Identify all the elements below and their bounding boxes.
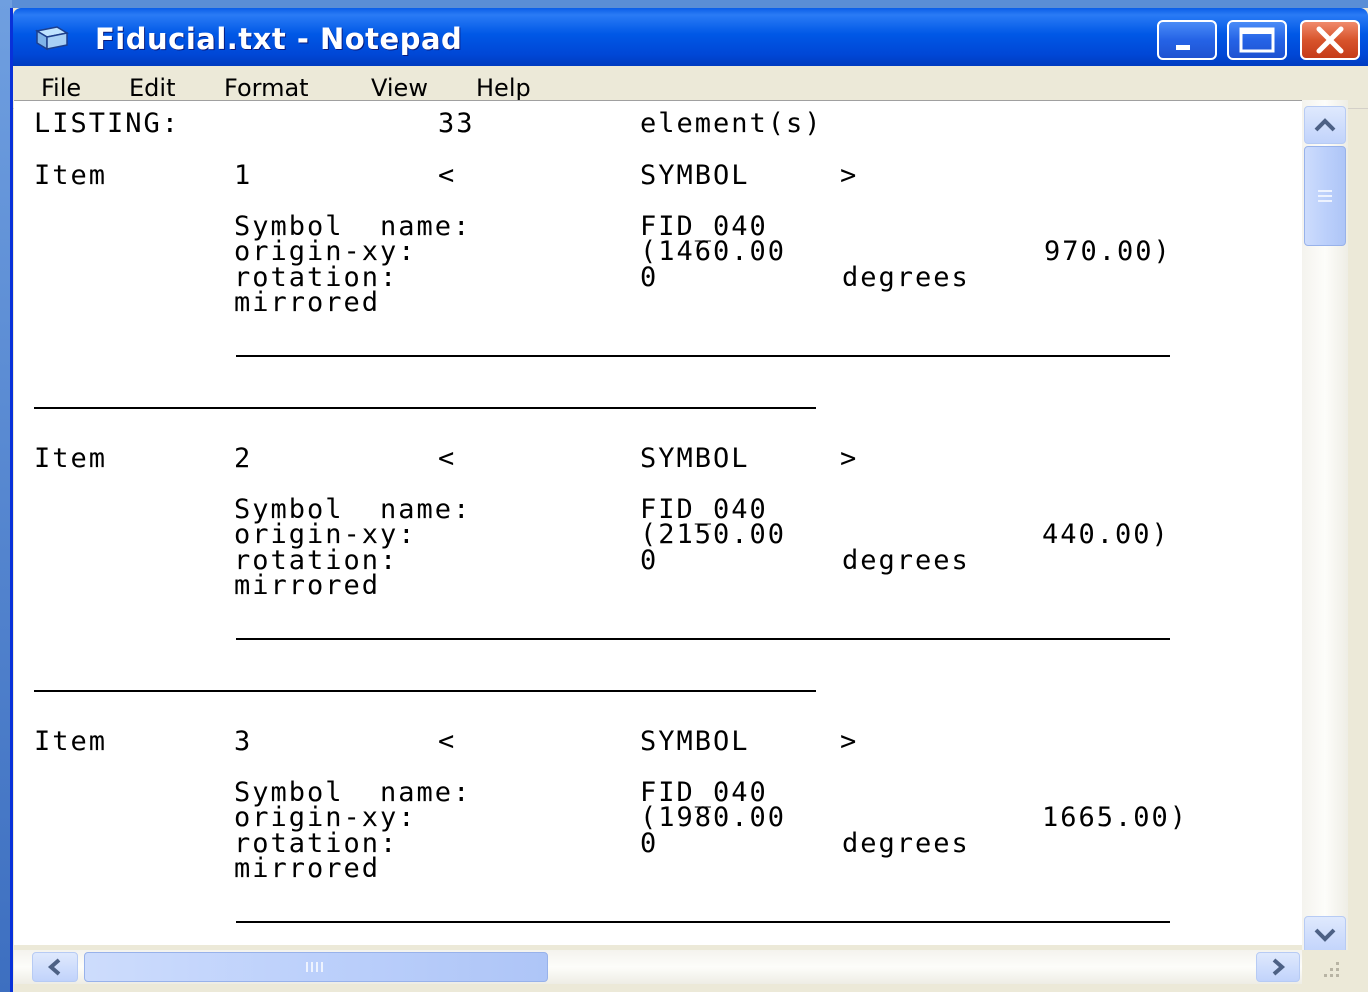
item-label: Item (34, 160, 108, 191)
origin-x-value: (2150.00 (640, 519, 787, 550)
item-bracket-close: > (840, 160, 859, 191)
grip-lines-icon (306, 962, 323, 972)
chevron-right-icon (1272, 958, 1286, 976)
rotation-value: 0 (640, 545, 659, 576)
resize-grip[interactable] (1302, 950, 1348, 984)
rotation-unit: degrees (842, 545, 970, 576)
listing-unit: element(s) (640, 108, 823, 139)
mirrored-label: mirrored (234, 287, 381, 318)
chevron-left-icon (47, 958, 61, 976)
item-number: 3 (234, 726, 253, 757)
rotation-unit: degrees (842, 828, 970, 859)
notepad-icon (35, 26, 69, 51)
scroll-right-button[interactable] (1256, 952, 1300, 982)
origin-y-value: 970.00) (1044, 236, 1172, 267)
separator-line (236, 921, 1170, 923)
origin-y-value: 440.00) (1042, 519, 1170, 550)
vertical-scroll-thumb[interactable] (1304, 146, 1346, 246)
grip-lines-icon (1318, 190, 1332, 202)
text-area[interactable]: LISTING: 33 element(s) Item 1 < SYMBOL >… (14, 100, 1302, 945)
rotation-unit: degrees (842, 262, 970, 293)
vertical-scrollbar[interactable] (1302, 100, 1348, 954)
item-bracket-open: < (438, 160, 457, 191)
maximize-icon (1239, 27, 1275, 53)
separator-line (34, 690, 816, 692)
menu-format[interactable]: Format (224, 74, 309, 102)
rotation-value: 0 (640, 262, 659, 293)
item-bracket-open: < (438, 443, 457, 474)
horizontal-scroll-thumb[interactable] (84, 952, 548, 982)
item-number: 1 (234, 160, 253, 191)
title-bar[interactable]: Fiducial.txt - Notepad (13, 8, 1368, 66)
listing-count: 33 (438, 108, 475, 139)
rotation-value: 0 (640, 828, 659, 859)
minimize-button[interactable] (1157, 20, 1217, 60)
chevron-up-icon (1314, 118, 1336, 132)
scroll-down-button[interactable] (1304, 916, 1346, 954)
close-button[interactable] (1300, 20, 1360, 60)
chevron-down-icon (1314, 928, 1336, 942)
item-bracket-close: > (840, 726, 859, 757)
maximize-button[interactable] (1227, 20, 1287, 60)
origin-y-value: 1665.00) (1042, 802, 1189, 833)
item-bracket-open: < (438, 726, 457, 757)
item-type: SYMBOL (640, 443, 750, 474)
menu-file[interactable]: File (41, 74, 81, 102)
menu-help[interactable]: Help (476, 74, 531, 102)
item-bracket-close: > (840, 443, 859, 474)
separator-line (34, 407, 816, 409)
separator-line (236, 638, 1170, 640)
horizontal-scrollbar[interactable] (14, 950, 1302, 984)
item-label: Item (34, 726, 108, 757)
item-type: SYMBOL (640, 726, 750, 757)
scroll-up-button[interactable] (1304, 106, 1346, 144)
item-type: SYMBOL (640, 160, 750, 191)
separator-line (236, 355, 1170, 357)
scroll-left-button[interactable] (32, 952, 78, 982)
minimize-icon (1176, 45, 1190, 50)
mirrored-label: mirrored (234, 570, 381, 601)
close-icon (1316, 26, 1344, 54)
origin-x-value: (1460.00 (640, 236, 787, 267)
listing-label: LISTING: (34, 108, 181, 139)
menu-view[interactable]: View (371, 74, 428, 102)
menu-edit[interactable]: Edit (129, 74, 175, 102)
item-label: Item (34, 443, 108, 474)
origin-x-value: (1980.00 (640, 802, 787, 833)
item-number: 2 (234, 443, 253, 474)
resize-grip-icon (1324, 962, 1339, 977)
mirrored-label: mirrored (234, 853, 381, 884)
window-title: Fiducial.txt - Notepad (95, 22, 463, 56)
